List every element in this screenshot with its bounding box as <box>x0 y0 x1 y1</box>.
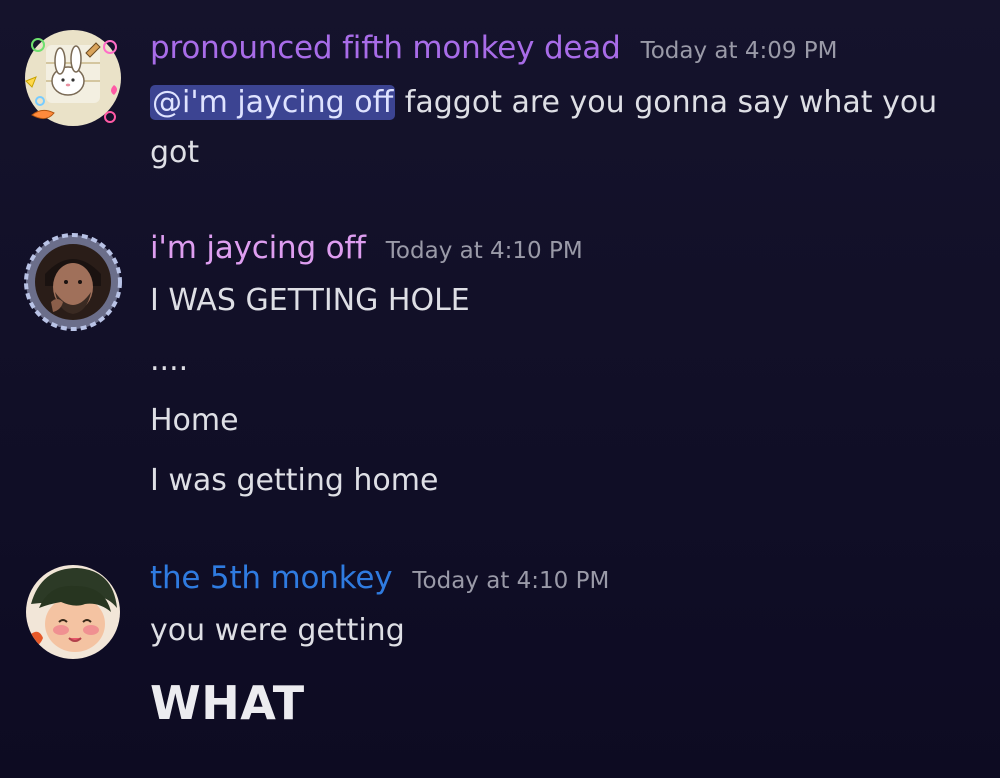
user-avatar[interactable] <box>24 233 122 331</box>
username[interactable]: pronounced fifth monkey dead <box>150 30 621 66</box>
message-text: I was getting home <box>150 463 439 498</box>
bearded-man-avatar <box>24 233 122 331</box>
bunny-with-stickers-avatar <box>25 30 121 126</box>
username[interactable]: i'm jaycing off <box>150 230 366 266</box>
user-avatar[interactable] <box>25 30 121 126</box>
message-text: I WAS GETTING HOLE <box>150 283 470 318</box>
user-avatar[interactable] <box>25 564 121 660</box>
chat-log: pronounced fifth monkey dead Today at 4:… <box>0 0 1000 778</box>
message-text: you were getting <box>150 613 405 648</box>
message-text: .... <box>150 343 189 378</box>
user-mention[interactable]: @i'm jaycing off <box>150 85 396 120</box>
message-text: @i'm jaycing off faggot are you gonna sa… <box>150 78 970 178</box>
timestamp: Today at 4:09 PM <box>640 38 838 64</box>
timestamp: Today at 4:10 PM <box>385 238 583 264</box>
timestamp: Today at 4:10 PM <box>412 568 610 594</box>
message-heading: WHAT <box>150 676 305 730</box>
username[interactable]: the 5th monkey <box>150 560 393 596</box>
message-text: Home <box>150 403 239 438</box>
blushing-boy-avatar <box>26 565 120 659</box>
